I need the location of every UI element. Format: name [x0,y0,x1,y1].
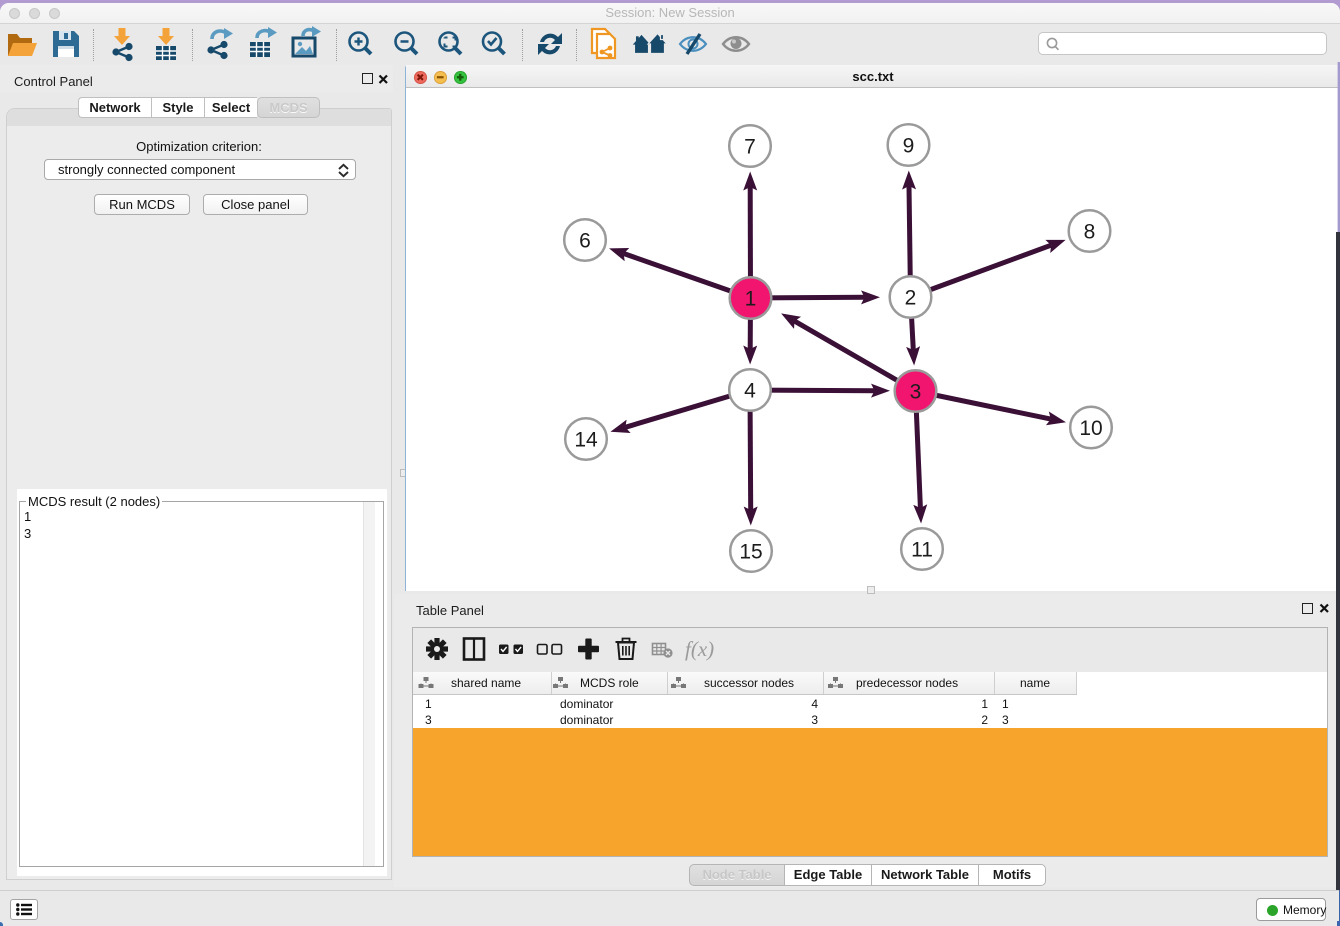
svg-text:9: 9 [903,135,915,158]
svg-text:8: 8 [1084,221,1096,244]
svg-text:7: 7 [744,136,756,159]
svg-text:4: 4 [744,380,756,403]
svg-text:11: 11 [911,539,933,562]
svg-text:14: 14 [574,429,598,452]
svg-text:f(x): f(x) [685,637,714,661]
svg-text:3: 3 [910,381,922,404]
svg-text:10: 10 [1079,417,1102,440]
svg-text:15: 15 [739,541,762,564]
svg-text:1: 1 [745,288,757,311]
svg-text:6: 6 [579,230,591,253]
svg-text:2: 2 [905,287,917,310]
